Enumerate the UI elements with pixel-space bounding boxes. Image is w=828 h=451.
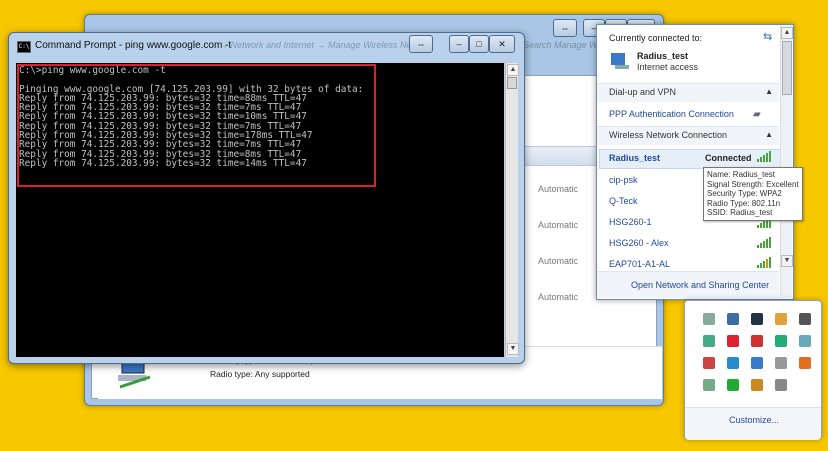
firefox-icon[interactable] [799, 357, 811, 369]
tooltip-radio: Radio Type: 802.11n [707, 198, 781, 208]
maximize-icon[interactable]: □ [469, 35, 489, 53]
network-icon[interactable] [751, 313, 763, 325]
ppp-connection-item[interactable]: PPP Authentication Connection [609, 109, 734, 119]
tooltip-ssid: SSID: Radius_test [707, 208, 773, 218]
wireless-network-item[interactable]: Q-Teck [609, 196, 638, 206]
window-title: Command Prompt - ping www.google.com -t [35, 40, 232, 51]
scroll-down-icon[interactable]: ▼ [781, 255, 793, 267]
behind-window-breadcrumb: → Network and Internet → Manage Wireless… [219, 40, 414, 50]
wireless-network-item[interactable]: Radius_test [609, 153, 660, 163]
tooltip-security: Security Type: WPA2 [707, 189, 782, 199]
green-square-icon[interactable] [727, 379, 739, 391]
signal-bars-icon[interactable] [703, 313, 715, 325]
tooltip-name: Name: Radius_test [707, 170, 776, 179]
usb-icon[interactable] [775, 379, 787, 391]
modem-icon: ▰ [753, 109, 761, 120]
close-icon[interactable]: ✕ [489, 35, 515, 53]
keyboard-icon[interactable] [799, 313, 811, 325]
wireless-header-label: Wireless Network Connection [609, 130, 728, 140]
arrow-icon[interactable] [703, 335, 715, 347]
radio-type-text: Radio type: Any supported [210, 369, 310, 379]
automatic-label: Automatic [538, 184, 579, 194]
automatic-label: Automatic [538, 256, 579, 266]
currently-connected-label: Currently connected to: [609, 33, 703, 43]
network-tooltip: Name: Radius_test Signal Strength: Excel… [703, 167, 803, 221]
green-app-icon[interactable] [775, 335, 787, 347]
secured-signal-icon [757, 257, 771, 268]
chevron-up-icon: ▲ [765, 130, 773, 139]
flyout-footer: Open Network and Sharing Center [597, 271, 779, 298]
wireless-network-item[interactable]: cip-psk [609, 175, 638, 185]
flyout-scrollbar[interactable]: ▲ ▼ [780, 25, 793, 297]
cloud-icon[interactable] [775, 357, 787, 369]
tooltip-signal: Signal Strength: Excellent [707, 179, 799, 189]
pdf-icon[interactable] [751, 335, 763, 347]
scroll-up-icon[interactable]: ▲ [507, 64, 519, 76]
scroll-down-icon[interactable]: ▼ [507, 343, 519, 355]
scroll-up-icon[interactable]: ▲ [781, 27, 793, 39]
automatic-label: Automatic [538, 292, 579, 302]
scroll-thumb[interactable] [507, 77, 517, 89]
network-flyout: Currently connected to: ⇆ Radius_test In… [596, 24, 803, 300]
network-drive-icon[interactable] [751, 357, 763, 369]
wireless-header[interactable]: Wireless Network Connection ▲ [597, 126, 779, 145]
wireless-network-item[interactable]: EAP701-A1-AL [609, 259, 670, 269]
s-app-icon[interactable] [751, 379, 763, 391]
console-area[interactable]: C:\>ping www.google.com -t Pinging www.g… [16, 63, 504, 357]
refresh-icon[interactable]: ⇆ [763, 30, 772, 43]
connected-status: Connected [705, 153, 752, 163]
dialup-vpn-label: Dial-up and VPN [609, 87, 677, 97]
current-network-name: Radius_test [637, 51, 689, 61]
chevron-up-icon: ▲ [765, 87, 773, 96]
vertical-scrollbar[interactable]: ▲ ▼ [505, 63, 519, 357]
mail-icon[interactable] [799, 335, 811, 347]
automatic-label: Automatic [538, 220, 579, 230]
restore-icon[interactable]: ⇔ [409, 35, 433, 53]
cmd-icon: C:\ [17, 41, 31, 53]
window-controls: ⇔ – □ ✕ [409, 35, 515, 55]
chrome-icon[interactable] [727, 357, 739, 369]
grid-icon[interactable] [703, 379, 715, 391]
adobe-icon[interactable] [727, 335, 739, 347]
connected-network-icon [611, 53, 629, 69]
wireless-network-item[interactable]: HSG260 - Alex [609, 238, 669, 248]
restore-icon[interactable]: ⇔ [553, 19, 577, 37]
scroll-thumb[interactable] [782, 41, 792, 95]
search-field-ghost: Search Manage Wir [523, 40, 603, 50]
customize-link[interactable]: Customize... [729, 415, 779, 425]
tray-overflow: Customize... [684, 300, 822, 440]
minimize-icon[interactable]: – [449, 35, 469, 53]
shield-icon[interactable] [703, 357, 715, 369]
internet-access-label: Internet access [637, 62, 699, 72]
highlight-box [17, 64, 376, 187]
monitor-icon[interactable] [727, 313, 739, 325]
dialup-vpn-header[interactable]: Dial-up and VPN ▲ [597, 83, 779, 102]
command-prompt-window: C:\ Command Prompt - ping www.google.com… [8, 32, 525, 364]
wireless-network-item[interactable]: HSG260-1 [609, 217, 652, 227]
signal-bars-icon [757, 151, 771, 162]
pen-icon[interactable] [775, 313, 787, 325]
open-network-center-link[interactable]: Open Network and Sharing Center [631, 280, 769, 290]
signal-bars-icon [757, 237, 771, 248]
